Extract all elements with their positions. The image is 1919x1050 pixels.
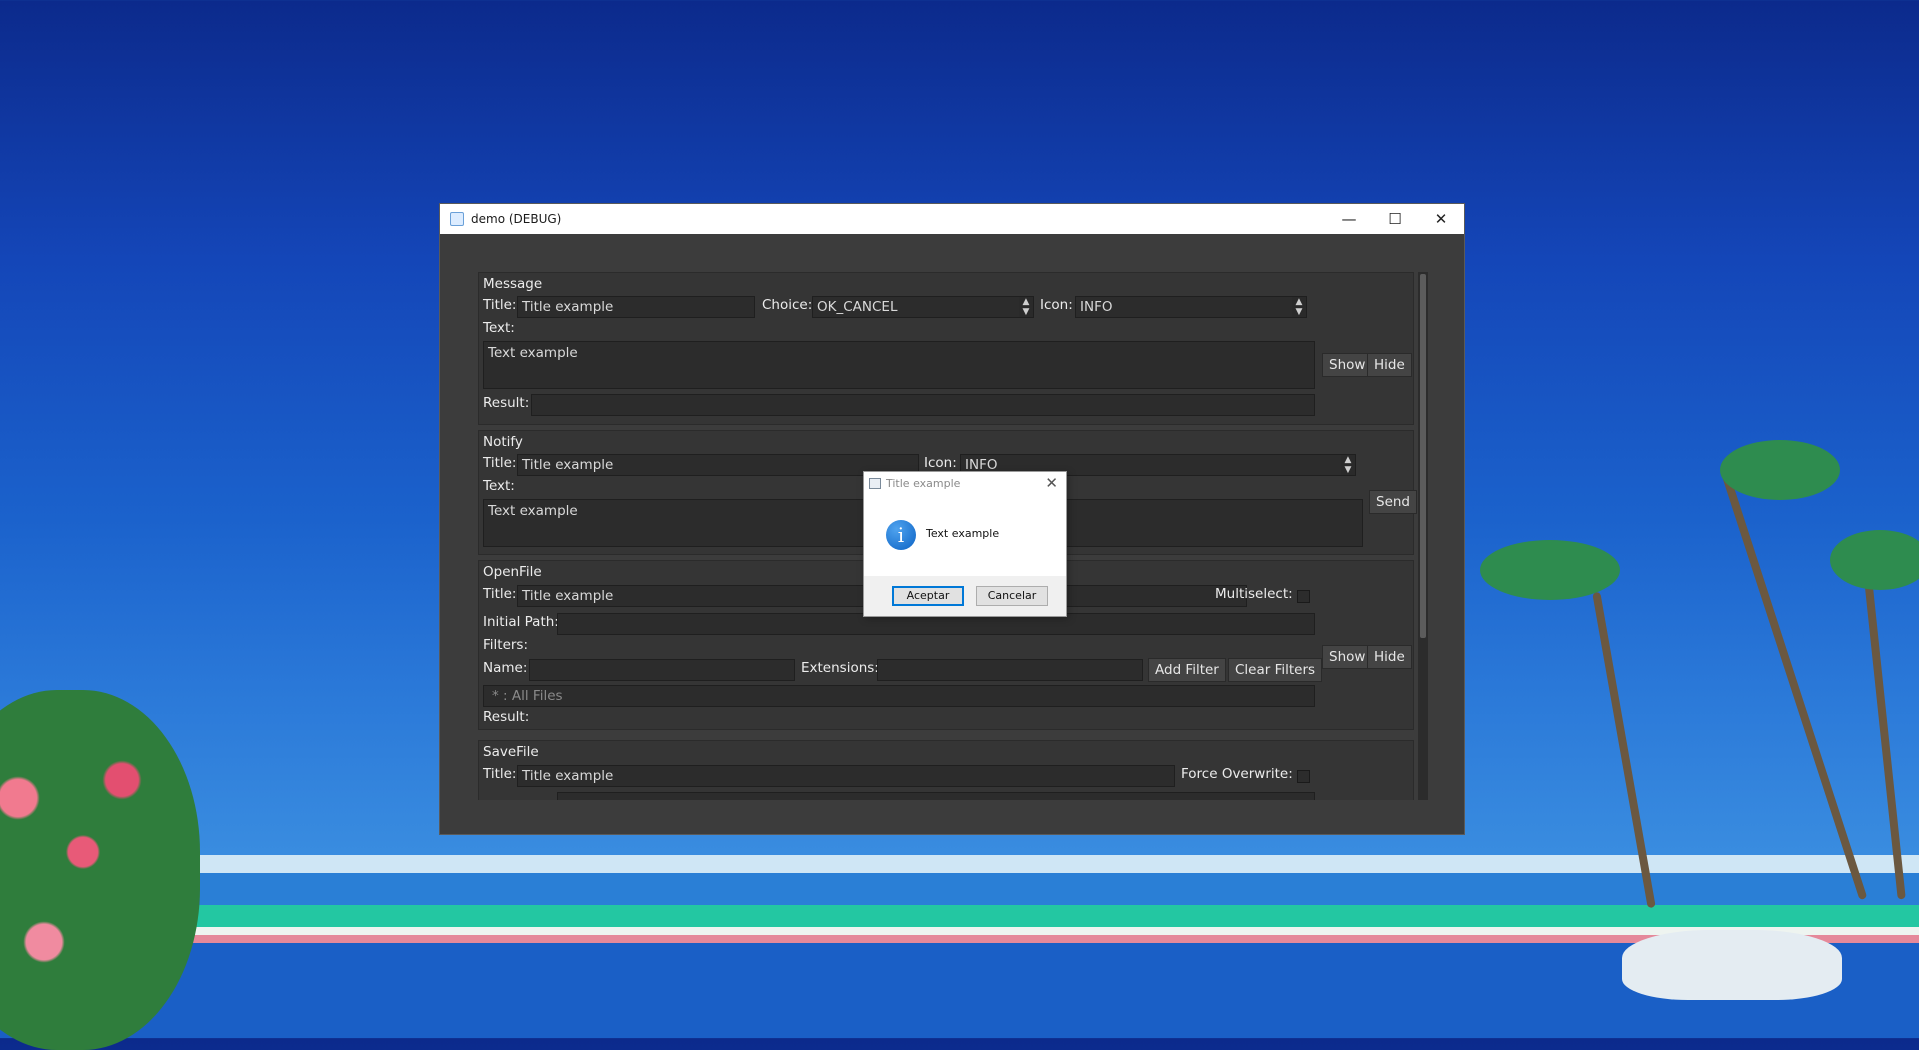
dialog-cancel-button[interactable]: Cancelar (976, 586, 1048, 606)
app-icon (450, 212, 464, 226)
add-filter-button[interactable]: Add Filter (1148, 658, 1226, 682)
maximize-icon: ☐ (1388, 210, 1402, 228)
dialog-close-icon[interactable]: ✕ (1045, 474, 1058, 492)
message-title-label: Title: (483, 297, 517, 313)
message-dialog: Title example ✕ i Text example Aceptar C… (864, 472, 1066, 616)
wallpaper-palm-trunk (1592, 591, 1656, 909)
savefile-force-overwrite-label: Force Overwrite: (1181, 766, 1293, 782)
openfile-initial-path-input[interactable] (557, 613, 1315, 635)
message-text-label: Text: (483, 320, 515, 336)
wallpaper-horizon (0, 855, 1919, 873)
openfile-multiselect-label: Multiselect: (1215, 586, 1293, 602)
message-icon-label: Icon: (1040, 297, 1073, 313)
message-choice-value: OK_CANCEL (817, 299, 898, 315)
savefile-title-input[interactable]: Title example (517, 765, 1175, 787)
notify-icon-label: Icon: (924, 455, 957, 471)
select-arrows-icon: ▲ ▼ (1019, 297, 1033, 317)
select-arrows-icon: ▲ ▼ (1341, 455, 1355, 475)
notify-title-input[interactable]: Title example (517, 454, 919, 476)
wallpaper-palm-fronds (1480, 540, 1620, 600)
openfile-name-input[interactable] (529, 659, 795, 681)
openfile-result-label: Result: (483, 709, 530, 725)
wallpaper-palm-fronds (1830, 530, 1919, 590)
wallpaper-stripe (0, 927, 1919, 935)
message-hide-button[interactable]: Hide (1367, 353, 1412, 377)
wallpaper-stripe (0, 905, 1919, 927)
dialog-window-icon (869, 477, 881, 489)
wallpaper-car (1622, 930, 1842, 1000)
close-icon: ✕ (1434, 210, 1448, 228)
message-text-area[interactable]: Text example (483, 341, 1315, 389)
dialog-body: i Text example (864, 494, 1066, 564)
info-icon: i (886, 520, 916, 550)
wallpaper-palm-trunk (1862, 560, 1906, 900)
dialog-titlebar[interactable]: Title example ✕ (864, 472, 1066, 494)
openfile-title-label: Title: (483, 586, 517, 602)
dialog-footer: Aceptar Cancelar (864, 576, 1066, 616)
notify-text-label: Text: (483, 478, 515, 494)
openfile-filters-list[interactable]: * : All Files (483, 685, 1315, 707)
wallpaper-sea (0, 943, 1919, 1038)
savefile-panel: SaveFile Title: Title example Force Over… (478, 740, 1414, 800)
notify-send-button[interactable]: Send (1369, 490, 1418, 514)
maximize-button[interactable]: ☐ (1372, 204, 1418, 234)
scrollbar-thumb[interactable] (1420, 274, 1426, 638)
savefile-force-overwrite-checkbox[interactable] (1297, 770, 1310, 783)
window-titlebar[interactable]: demo (DEBUG) — ☐ ✕ (440, 204, 1464, 234)
message-show-button[interactable]: Show (1322, 353, 1373, 377)
dialog-message: Text example (926, 527, 1000, 540)
message-panel: Message Title: Title example Choice: OK_… (478, 272, 1414, 425)
notify-title-label: Title: (483, 455, 517, 471)
message-icon-value: INFO (1080, 299, 1113, 315)
openfile-multiselect-checkbox[interactable] (1297, 590, 1310, 603)
openfile-hide-button[interactable]: Hide (1367, 645, 1412, 669)
savefile-header: SaveFile (483, 744, 539, 760)
savefile-initial-path-input[interactable] (557, 792, 1315, 800)
wallpaper-palm-fronds (1720, 440, 1840, 500)
close-button[interactable]: ✕ (1418, 204, 1464, 234)
minimize-button[interactable]: — (1326, 204, 1372, 234)
clear-filters-button[interactable]: Clear Filters (1228, 658, 1323, 682)
vertical-scrollbar[interactable] (1418, 272, 1428, 800)
wallpaper-palm-trunk (1720, 469, 1868, 901)
minimize-icon: — (1341, 210, 1357, 228)
notify-header: Notify (483, 434, 523, 450)
message-choice-select[interactable]: OK_CANCEL ▲ ▼ (812, 296, 1034, 318)
openfile-extensions-input[interactable] (877, 659, 1143, 681)
savefile-title-label: Title: (483, 766, 517, 782)
dialog-title: Title example (886, 476, 961, 490)
window-title: demo (DEBUG) (471, 212, 562, 226)
select-arrows-icon: ▲ ▼ (1292, 297, 1306, 317)
message-result-field (531, 394, 1315, 416)
openfile-show-button[interactable]: Show (1322, 645, 1373, 669)
openfile-name-label: Name: (483, 660, 528, 676)
wallpaper-tree (0, 690, 200, 1050)
message-title-input[interactable]: Title example (517, 296, 755, 318)
message-header: Message (483, 276, 543, 292)
dialog-ok-button[interactable]: Aceptar (892, 586, 964, 606)
openfile-initial-path-label: Initial Path: (483, 614, 559, 630)
wallpaper-stripe (0, 935, 1919, 943)
message-icon-select[interactable]: INFO ▲ ▼ (1075, 296, 1307, 318)
openfile-header: OpenFile (483, 564, 542, 580)
message-choice-label: Choice: (762, 297, 813, 313)
openfile-extensions-label: Extensions: (801, 660, 879, 676)
openfile-filters-label: Filters: (483, 637, 529, 653)
notify-icon-value: INFO (965, 457, 998, 473)
message-result-label: Result: (483, 395, 530, 411)
